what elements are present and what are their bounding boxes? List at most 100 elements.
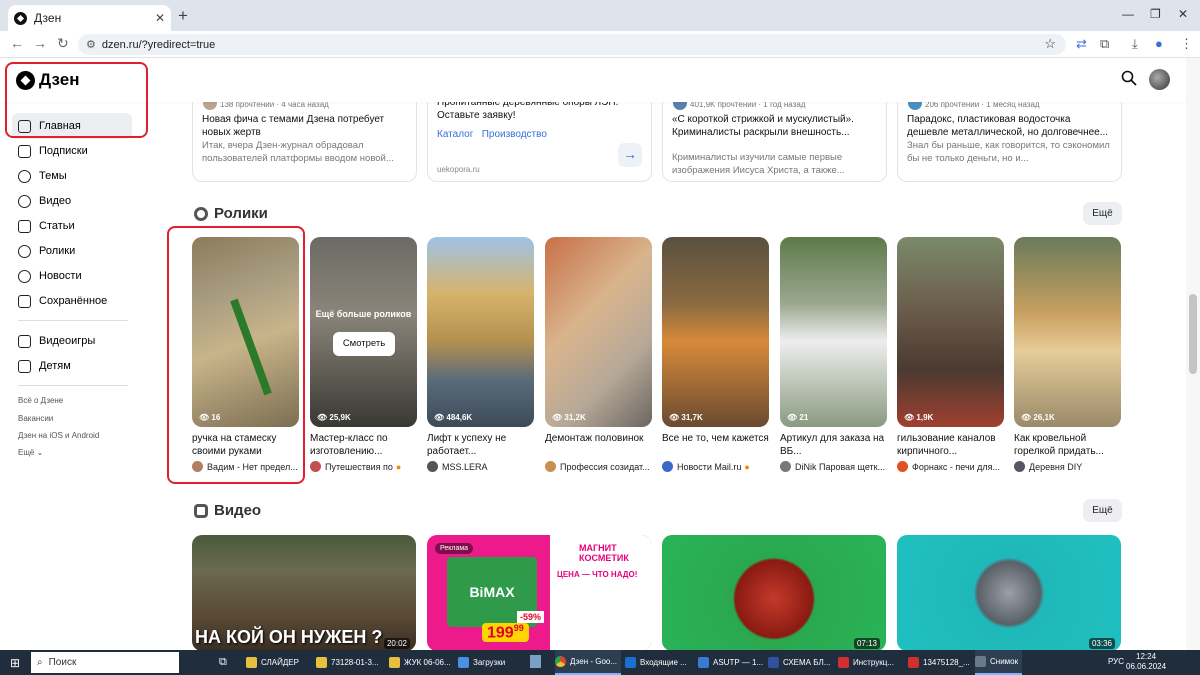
sidebar-item-games[interactable]: Видеоигры	[12, 328, 132, 354]
video-thumbnail[interactable]: НА КОЙ ОН НУЖЕН ? 20:02	[192, 535, 416, 650]
pdf-icon	[838, 657, 849, 668]
video-thumbnail[interactable]: 03:36	[897, 535, 1121, 650]
short-channel[interactable]: MSS.LERA	[427, 461, 539, 472]
close-tab-icon[interactable]: ✕	[155, 11, 165, 25]
short-title[interactable]: Все не то, чем кажется	[662, 433, 774, 446]
taskbar-app[interactable]: ASUTP — 1...	[698, 650, 763, 675]
task-view-icon[interactable]: ⧉	[219, 656, 227, 669]
sidebar-item-home[interactable]: Главная	[12, 113, 132, 139]
dzen-logo[interactable]: Дзен	[16, 70, 79, 90]
search-icon[interactable]	[1121, 70, 1137, 86]
short-thumbnail[interactable]: 👁 1,9K	[897, 237, 1004, 427]
video-thumbnail[interactable]: 07:13	[662, 535, 886, 650]
taskbar-app[interactable]: Загрузки	[458, 650, 505, 675]
short-thumbnail[interactable]: 👁 21	[780, 237, 887, 427]
ad-video-thumbnail[interactable]: Реклама BiMAX 19999 -59% МАГНИТ КОСМЕТИК…	[427, 535, 651, 650]
arrow-right-icon[interactable]: →	[618, 143, 642, 167]
taskbar-app[interactable]: 13475128_...	[908, 650, 970, 675]
address-bar[interactable]: ⚙ dzen.ru/?yredirect=true ☆	[78, 34, 1066, 55]
sidebar-item-label: Видеоигры	[39, 335, 96, 347]
ad-card[interactable]: Пропитанные деревянные опоры ЛЭП. Оставь…	[427, 92, 652, 182]
sidebar-item-articles[interactable]: Статьи	[12, 213, 132, 239]
download-icon[interactable]: ⤓	[1132, 36, 1138, 52]
watch-button[interactable]: Смотреть	[333, 332, 395, 356]
translate-icon[interactable]: ⇄	[1076, 36, 1087, 52]
language-indicator[interactable]: РУС	[1108, 657, 1124, 666]
sidebar-item-subscriptions[interactable]: Подписки	[12, 138, 132, 164]
footer-link-jobs[interactable]: Вакансии	[18, 414, 53, 423]
short-channel[interactable]: Новости Mail.ru ●	[662, 461, 774, 472]
taskbar-app[interactable]: Инструкц...	[838, 650, 894, 675]
short-thumbnail[interactable]: 👁 31,2K	[545, 237, 652, 427]
reload-icon[interactable]: ↻	[57, 35, 69, 52]
video-icon	[194, 503, 208, 518]
short-title[interactable]: Демонтаж половинок	[545, 433, 657, 446]
home-icon	[18, 119, 31, 133]
search-icon: ⌕	[37, 657, 43, 668]
play-icon	[18, 194, 31, 208]
minimize-icon[interactable]: —	[1122, 7, 1134, 21]
short-title[interactable]: Артикул для заказа на ВБ...	[780, 433, 892, 458]
sidebar-item-kids[interactable]: Детям	[12, 353, 132, 379]
sidebar-item-news[interactable]: Новости	[12, 263, 132, 289]
ad-link-catalog[interactable]: Каталог	[437, 129, 473, 140]
forward-icon[interactable]: →	[33, 35, 47, 51]
short-thumbnail[interactable]: 👁 26,1K	[1014, 237, 1121, 427]
taskbar-app[interactable]: ЖУК 06-06...	[389, 650, 451, 675]
taskbar-clock[interactable]: 12:24 06.06.2024	[1126, 652, 1166, 672]
menu-icon[interactable]: ⋮	[1180, 36, 1193, 52]
taskbar-app[interactable]: СХЕМА БЛ...	[768, 650, 830, 675]
new-tab-icon[interactable]: +	[178, 6, 188, 26]
taskbar-app[interactable]: Снимок	[975, 650, 1023, 675]
taskbar-search[interactable]: ⌕ Поиск	[31, 652, 179, 673]
short-channel[interactable]: DiNik Паровая щетк...	[780, 461, 892, 472]
article-card[interactable]: 401,9K прочтений · 1 год назад «С коротк…	[662, 92, 887, 182]
extensions-icon[interactable]: ⧉	[1100, 36, 1109, 52]
short-channel[interactable]: Профессия созидат...	[545, 461, 657, 472]
gamepad-icon	[18, 334, 31, 348]
short-title[interactable]: Мастер-класс по изготовлению...	[310, 433, 422, 458]
short-thumbnail[interactable]: 👁 484,6K	[427, 237, 534, 427]
short-channel[interactable]: Деревня DIY	[1014, 461, 1126, 472]
user-avatar[interactable]	[1149, 69, 1170, 90]
sidebar-item-video[interactable]: Видео	[12, 188, 132, 214]
scrollbar-thumb[interactable]	[1189, 294, 1197, 374]
short-channel[interactable]: Вадим - Нет предел...	[192, 461, 304, 472]
profile-icon[interactable]: ●	[1155, 36, 1163, 51]
file-icon[interactable]	[530, 655, 541, 668]
views-count: 👁 484,6K	[434, 413, 473, 422]
maximize-icon[interactable]: ❐	[1150, 7, 1161, 21]
back-icon[interactable]: ←	[10, 35, 24, 51]
short-title[interactable]: Как кровельной горелкой придать...	[1014, 433, 1126, 458]
article-card[interactable]: 206 прочтений · 1 месяц назад Парадокс, …	[897, 92, 1122, 182]
taskbar-app[interactable]: 73128-01-3...	[316, 650, 379, 675]
short-channel[interactable]: Форнакс - печи для...	[897, 461, 1009, 472]
browser-tab[interactable]: Дзен ✕	[8, 5, 171, 31]
videos-more-button[interactable]: Ещё	[1083, 499, 1122, 522]
taskbar-app[interactable]: СЛАЙДЕР	[246, 650, 299, 675]
short-thumbnail[interactable]: 👁 16	[192, 237, 299, 427]
video-duration: 07:13	[853, 638, 880, 649]
short-thumbnail[interactable]: Ещё больше роликов Смотреть 👁 25,9K	[310, 237, 417, 427]
sidebar-item-shorts[interactable]: Ролики	[12, 238, 132, 264]
sidebar-item-saved[interactable]: Сохранённое	[12, 288, 132, 314]
windows-start-icon[interactable]: ⊞	[10, 656, 20, 670]
sidebar-item-topics[interactable]: Темы	[12, 163, 132, 189]
bookmark-star-icon[interactable]: ☆	[1044, 36, 1056, 52]
shorts-more-button[interactable]: Ещё	[1083, 202, 1122, 225]
short-title[interactable]: ручка на стамеску своими руками	[192, 433, 304, 458]
short-thumbnail[interactable]: 👁 31,7K	[662, 237, 769, 427]
site-info-icon[interactable]: ⚙	[86, 38, 96, 51]
page-scrollbar[interactable]	[1186, 58, 1200, 650]
short-title[interactable]: Лифт к успеху не работает...	[427, 433, 539, 458]
taskbar-app-active[interactable]: Дзен - Goo...	[555, 650, 622, 675]
article-card[interactable]: 138 прочтений · 4 часа назад Новая фича …	[192, 92, 417, 182]
short-title[interactable]: гильзование каналов кирпичного...	[897, 433, 1009, 458]
footer-link-more[interactable]: Ещё ⌄	[18, 448, 43, 457]
short-channel[interactable]: Путешествия по ●	[310, 461, 422, 472]
taskbar-app[interactable]: Входящие ...	[625, 650, 687, 675]
footer-link-about[interactable]: Всё о Дзене	[18, 396, 63, 405]
ad-link-production[interactable]: Производство	[482, 129, 547, 140]
footer-link-apps[interactable]: Дзен на iOS и Android	[18, 431, 99, 440]
close-window-icon[interactable]: ✕	[1178, 7, 1188, 21]
